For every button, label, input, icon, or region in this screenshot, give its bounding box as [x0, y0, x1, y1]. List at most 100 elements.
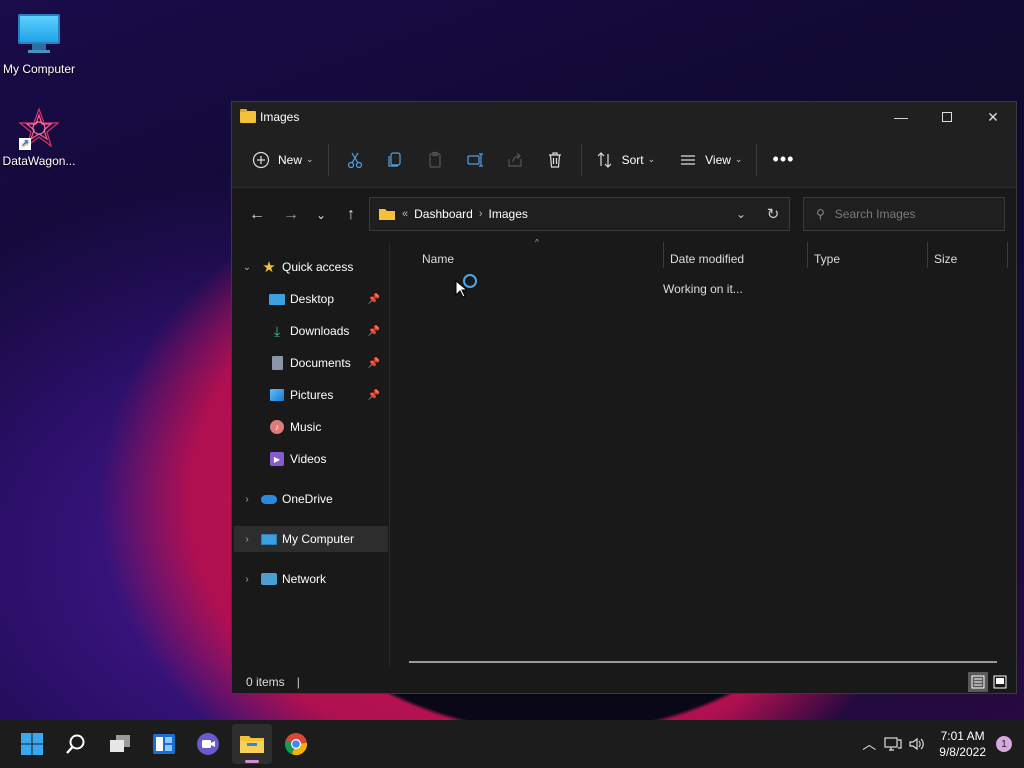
sidebar-item-documents[interactable]: Documents 📌: [234, 350, 388, 376]
taskbar: ︿ 7:01 AM 9/8/2022 1: [0, 720, 1024, 768]
star-icon: ★: [262, 259, 276, 276]
search-icon: ⚲: [816, 207, 825, 221]
sidebar-item-desktop[interactable]: Desktop 📌: [234, 286, 388, 312]
rename-button[interactable]: [459, 144, 491, 176]
chrome-taskbar-button[interactable]: [276, 724, 316, 764]
clock-time: 7:01 AM: [940, 729, 985, 743]
desktop-icon-datawagon[interactable]: ↗ DataWagon...: [1, 106, 77, 168]
sidebar-item-onedrive[interactable]: › OneDrive: [234, 486, 388, 512]
desktop-icon-my-computer[interactable]: My Computer: [1, 10, 77, 76]
arrow-left-icon: ←: [249, 206, 265, 223]
address-dropdown-button[interactable]: ⌄: [725, 198, 757, 230]
column-header-name[interactable]: Name: [422, 246, 454, 272]
sidebar-item-network[interactable]: › Network: [234, 566, 388, 592]
details-view-button[interactable]: [968, 672, 988, 692]
tiles-view-button[interactable]: [990, 672, 1010, 692]
file-explorer-taskbar-button[interactable]: [232, 724, 272, 764]
chevron-down-icon: ⌄: [306, 154, 314, 164]
monitor-icon: [17, 14, 61, 58]
window-title: Images: [260, 110, 300, 124]
search-box[interactable]: ⚲ Search Images: [803, 197, 1005, 231]
recent-locations-button[interactable]: ⌄: [306, 200, 336, 230]
view-lines-icon: [681, 154, 696, 165]
sidebar-item-my-computer[interactable]: › My Computer: [234, 526, 388, 552]
folder-icon: [240, 109, 256, 123]
minimize-button[interactable]: —: [878, 102, 924, 132]
column-header-date-modified[interactable]: Date modified: [670, 246, 744, 272]
rename-icon: [466, 152, 483, 167]
clock-date: 9/8/2022: [939, 745, 986, 759]
chevron-down-icon: ⌄: [734, 154, 743, 164]
copy-button[interactable]: [379, 144, 411, 176]
address-bar[interactable]: « Dashboard › Images ⌄ ↻: [369, 197, 790, 231]
maximize-button[interactable]: [924, 102, 970, 132]
refresh-button[interactable]: ↻: [757, 198, 789, 230]
breadcrumb-dashboard[interactable]: Dashboard: [414, 207, 473, 221]
sidebar-item-downloads[interactable]: ⤓ Downloads 📌: [234, 318, 388, 344]
chat-button[interactable]: [188, 724, 228, 764]
more-icon: •••: [772, 149, 795, 169]
close-button[interactable]: ✕: [970, 102, 1016, 132]
sidebar-item-videos[interactable]: ▶ Videos: [234, 446, 388, 472]
delete-button[interactable]: [539, 144, 571, 176]
share-button[interactable]: [499, 144, 531, 176]
more-options-button[interactable]: •••: [767, 144, 799, 176]
chevron-down-icon[interactable]: ⌄: [234, 262, 260, 273]
chevron-right-icon[interactable]: ›: [234, 534, 260, 545]
start-button[interactable]: [12, 724, 52, 764]
sidebar-item-music[interactable]: ♪ Music: [234, 414, 388, 440]
up-button[interactable]: ↑: [336, 200, 366, 230]
view-button[interactable]: View ⌄: [671, 144, 750, 176]
tiles-view-icon: [993, 675, 1007, 689]
clipboard-icon: [428, 151, 441, 168]
trash-icon: [548, 151, 561, 168]
arrow-up-icon: ↑: [347, 206, 355, 223]
speaker-icon: [909, 737, 925, 751]
search-input[interactable]: Search Images: [835, 207, 916, 221]
forward-button[interactable]: →: [276, 200, 306, 230]
column-header-size[interactable]: Size: [934, 246, 957, 272]
file-list[interactable]: ^ Name Date modified Type Size Working o…: [392, 238, 1016, 666]
mouse-cursor-icon: [455, 280, 467, 298]
chevron-right-icon[interactable]: ›: [234, 494, 260, 505]
paste-button[interactable]: [419, 144, 451, 176]
back-button[interactable]: ←: [242, 200, 272, 230]
command-bar: New ⌄ Sort ⌄ View ⌄ •••: [232, 132, 1016, 188]
close-icon: ✕: [987, 108, 999, 125]
chat-video-icon: [197, 733, 219, 755]
clock[interactable]: 7:01 AM 9/8/2022: [939, 728, 986, 760]
chevron-right-icon[interactable]: ›: [234, 574, 260, 585]
title-bar[interactable]: Images — ✕: [232, 102, 1016, 132]
search-icon: [66, 734, 85, 754]
monitor-icon: [260, 531, 278, 547]
widgets-button[interactable]: [144, 724, 184, 764]
sidebar-item-pictures[interactable]: Pictures 📌: [234, 382, 388, 408]
folder-icon: [240, 736, 264, 753]
details-view-icon: [971, 675, 985, 689]
download-icon: ⤓: [273, 322, 281, 339]
volume-button[interactable]: [905, 736, 929, 752]
pin-icon: 📌: [367, 357, 380, 369]
pin-icon: 📌: [367, 293, 380, 305]
shortcut-arrow-icon: ↗: [19, 138, 31, 150]
minimize-icon: —: [894, 109, 908, 125]
pictures-icon: [268, 387, 286, 403]
chevron-down-icon: ⌄: [315, 208, 327, 222]
notification-badge[interactable]: 1: [996, 736, 1012, 752]
cut-button[interactable]: [339, 144, 371, 176]
horizontal-scrollbar[interactable]: [409, 661, 997, 663]
breadcrumb-images[interactable]: Images: [489, 207, 528, 221]
show-hidden-icons-button[interactable]: ︿: [857, 734, 881, 754]
desktop-icon-label: DataWagon...: [2, 154, 76, 168]
search-taskbar-button[interactable]: [56, 724, 96, 764]
datawagon-logo-icon: ↗: [17, 106, 61, 150]
column-header-type[interactable]: Type: [814, 246, 840, 272]
sidebar-item-quick-access[interactable]: ⌄ ★ Quick access: [234, 254, 388, 280]
network-status-button[interactable]: [881, 736, 905, 752]
new-button[interactable]: New ⌄: [244, 144, 322, 176]
task-view-button[interactable]: [100, 724, 140, 764]
desktop-icon-label: My Computer: [2, 62, 76, 76]
task-view-icon: [110, 735, 130, 752]
chevron-down-icon: ⌄: [735, 207, 747, 221]
sort-button[interactable]: Sort ⌄: [588, 144, 664, 176]
